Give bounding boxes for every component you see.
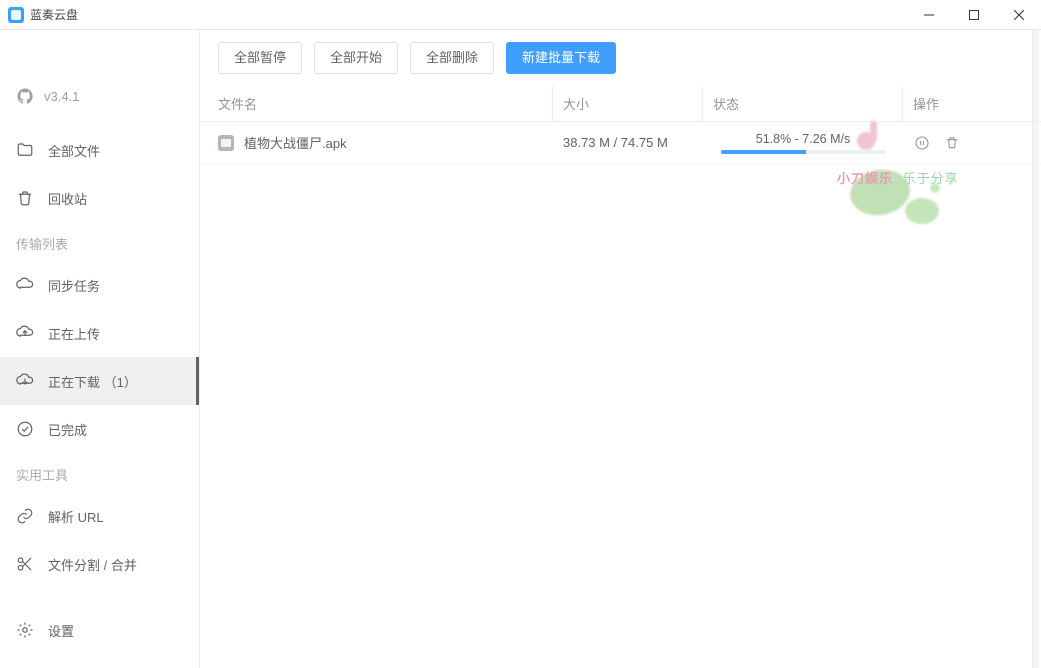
main-panel: 小刀娱乐 乐于分享 全部暂停 全部开始 全部删除 新建批量下载 文件名 大小 状… — [200, 30, 1041, 668]
file-icon — [218, 135, 234, 151]
toolbar: 全部暂停 全部开始 全部删除 新建批量下载 — [200, 30, 1041, 86]
trash-icon — [16, 189, 34, 207]
sidebar-item-uploading[interactable]: 正在上传 — [0, 309, 199, 357]
file-size: 38.73 M / 74.75 M — [553, 122, 703, 163]
sidebar-item-settings[interactable]: 设置 — [0, 606, 199, 654]
sidebar-item-label: 同步任务 — [48, 276, 100, 295]
pause-all-button[interactable]: 全部暂停 — [218, 42, 302, 74]
sidebar-section-transfer: 传输列表 — [0, 222, 199, 261]
gear-icon — [16, 621, 34, 639]
window-controls — [906, 0, 1041, 29]
folder-icon — [16, 141, 34, 159]
window-close-button[interactable] — [996, 0, 1041, 29]
new-batch-download-button[interactable]: 新建批量下载 — [506, 42, 616, 74]
downloads-table: 文件名 大小 状态 操作 植物大战僵尸.apk 38.73 M / 74.75 … — [200, 86, 1041, 164]
sidebar-item-label: 回收站 — [48, 189, 87, 208]
app-title: 蓝奏云盘 — [30, 6, 78, 23]
github-icon — [16, 87, 34, 105]
watermark-text-b: 乐于分享 — [903, 171, 959, 186]
download-status-text: 51.8% - 7.26 M/s — [756, 132, 851, 146]
sidebar-item-label: 正在上传 — [48, 324, 100, 343]
sidebar-item-label: 解析 URL — [48, 507, 104, 526]
sidebar-item-label: 文件分割 / 合并 — [48, 555, 137, 574]
app-icon — [8, 7, 24, 23]
cloud-upload-icon — [16, 324, 34, 342]
sidebar-item-label: 设置 — [48, 621, 74, 640]
cloud-sync-icon — [16, 276, 34, 294]
col-header-status: 状态 — [703, 86, 903, 121]
sidebar-item-label: 全部文件 — [48, 141, 100, 160]
sidebar-version: v3.4.1 — [0, 88, 199, 104]
cloud-download-icon — [16, 372, 34, 390]
col-header-size: 大小 — [553, 86, 703, 121]
col-header-name: 文件名 — [218, 86, 553, 121]
sidebar-item-recycle-bin[interactable]: 回收站 — [0, 174, 199, 222]
sidebar: v3.4.1 全部文件 回收站 传输列表 同步任务 正在上传 正在下载 （1） … — [0, 30, 200, 668]
sidebar-item-parse-url[interactable]: 解析 URL — [0, 492, 199, 540]
file-name: 植物大战僵尸.apk — [244, 133, 347, 152]
sidebar-section-tools: 实用工具 — [0, 453, 199, 492]
col-header-actions: 操作 — [903, 86, 1023, 121]
watermark-text-a: 小刀娱乐 — [837, 171, 893, 186]
sidebar-item-downloading[interactable]: 正在下载 （1） — [0, 357, 199, 405]
sidebar-item-split-merge[interactable]: 文件分割 / 合并 — [0, 540, 199, 588]
check-circle-icon — [16, 420, 34, 438]
table-header: 文件名 大小 状态 操作 — [200, 86, 1041, 122]
window-minimize-button[interactable] — [906, 0, 951, 29]
version-text: v3.4.1 — [44, 89, 79, 104]
sidebar-item-label: 已完成 — [48, 420, 87, 439]
window-maximize-button[interactable] — [951, 0, 996, 29]
titlebar: 蓝奏云盘 — [0, 0, 1041, 30]
sidebar-item-sync-tasks[interactable]: 同步任务 — [0, 261, 199, 309]
sidebar-item-label: 正在下载 （1） — [48, 372, 137, 391]
scissors-icon — [16, 555, 34, 573]
pause-button[interactable] — [913, 134, 931, 152]
sidebar-item-all-files[interactable]: 全部文件 — [0, 126, 199, 174]
link-icon — [16, 507, 34, 525]
table-row[interactable]: 植物大战僵尸.apk 38.73 M / 74.75 M 51.8% - 7.2… — [200, 122, 1041, 164]
delete-all-button[interactable]: 全部删除 — [410, 42, 494, 74]
progress-fill — [721, 150, 806, 154]
progress-bar — [721, 150, 886, 154]
delete-button[interactable] — [943, 134, 961, 152]
sidebar-item-completed[interactable]: 已完成 — [0, 405, 199, 453]
start-all-button[interactable]: 全部开始 — [314, 42, 398, 74]
